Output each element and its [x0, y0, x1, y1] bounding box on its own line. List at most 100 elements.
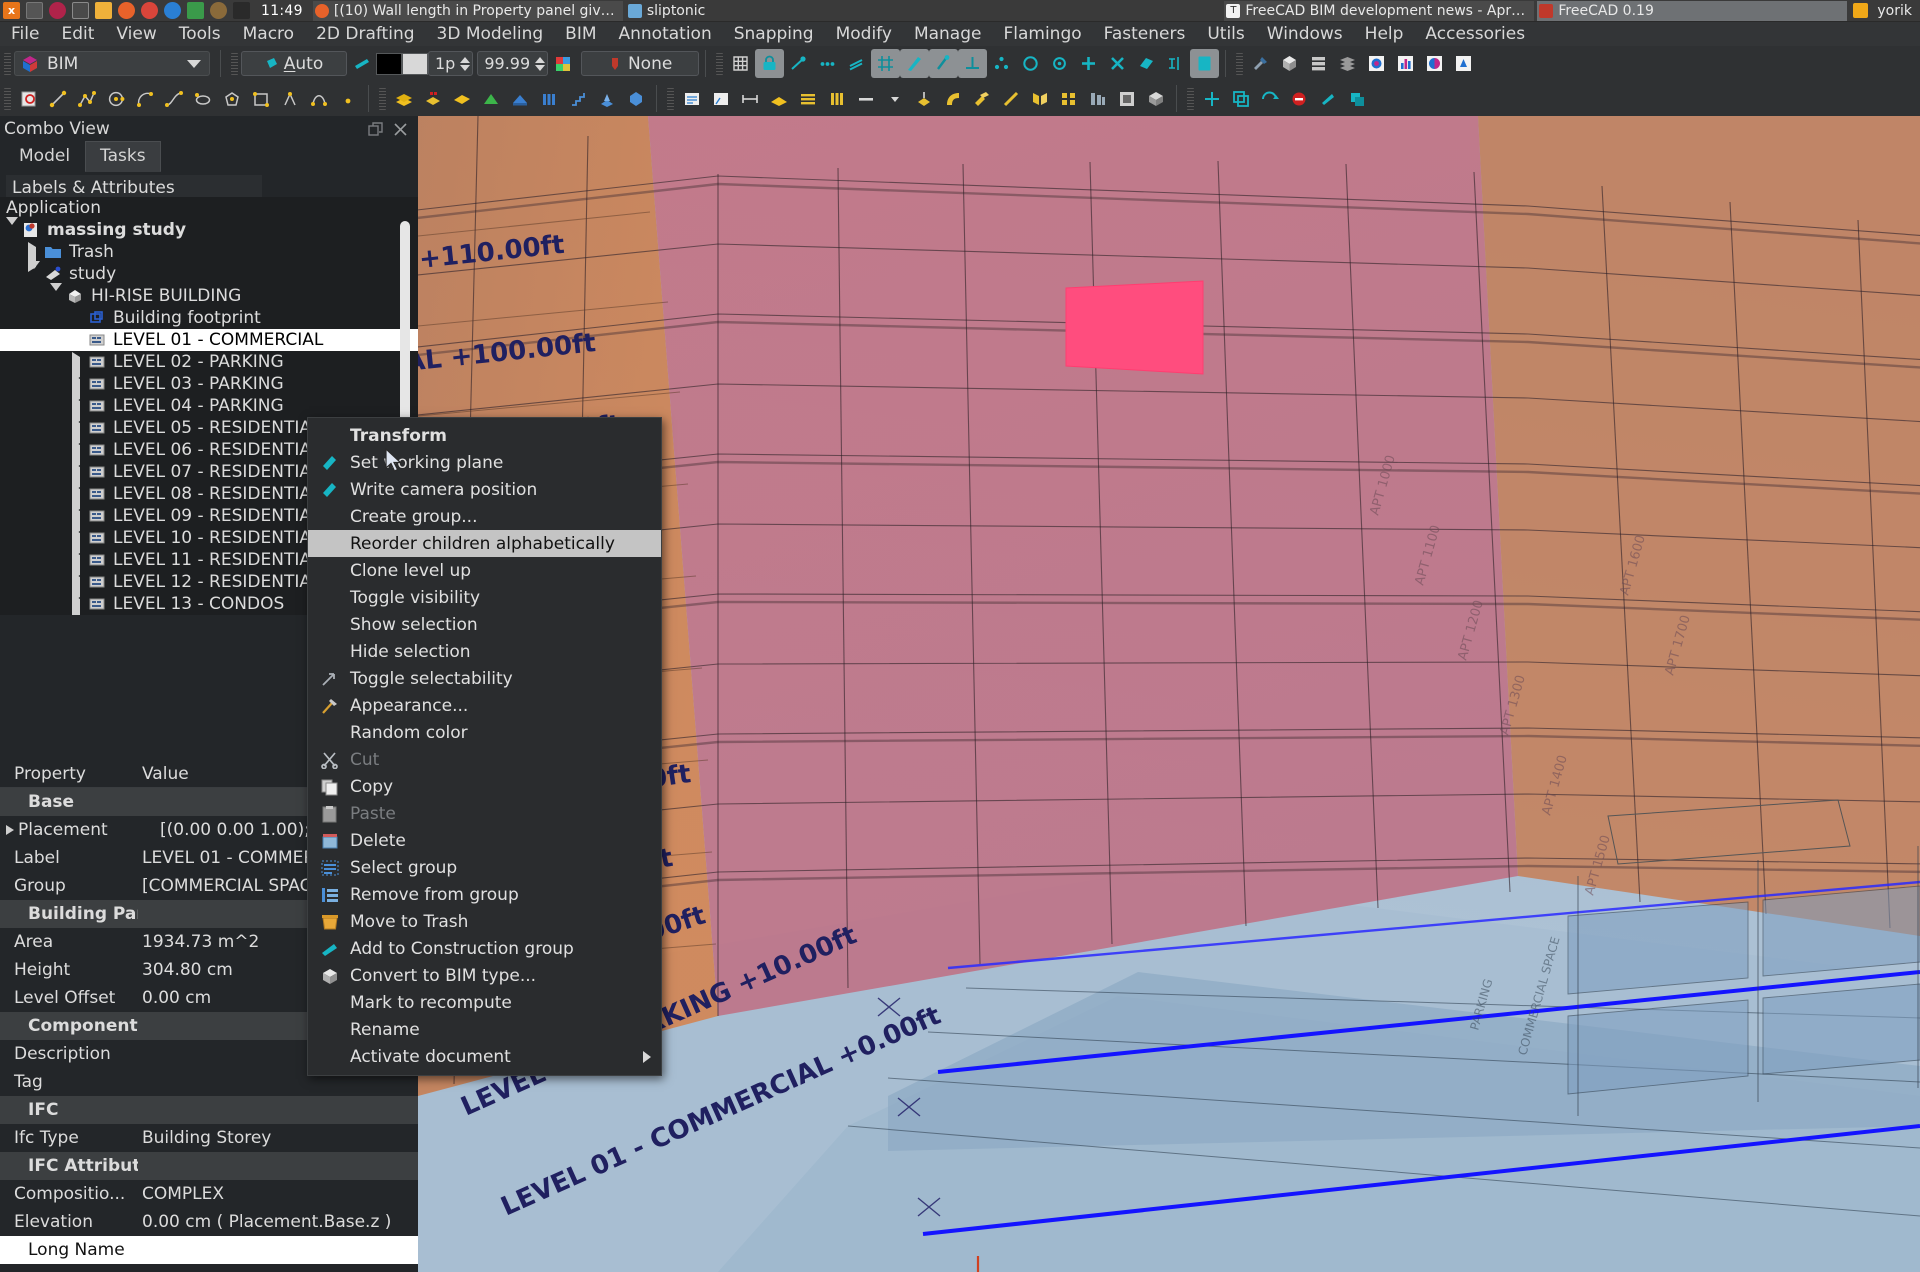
tree-item[interactable]: massing study [0, 216, 418, 245]
extrude-button[interactable] [909, 84, 938, 113]
menu-item-edit[interactable]: Edit [50, 22, 105, 46]
equipment-button[interactable] [592, 84, 621, 113]
context-menu-item-activate-document[interactable]: Activate document [308, 1043, 661, 1070]
array-button[interactable] [1054, 84, 1083, 113]
menu-item-manage[interactable]: Manage [903, 22, 993, 46]
property-row[interactable]: Elevation 0.00 cm ( Placement.Base.z ) [0, 1208, 418, 1236]
context-menu-item-appearance[interactable]: Appearance... [308, 692, 661, 719]
toolbar-grip[interactable] [667, 87, 674, 110]
menu-item-file[interactable]: File [0, 22, 50, 46]
polyline-button[interactable] [72, 84, 101, 113]
layers-button[interactable] [1304, 49, 1333, 78]
axis-button[interactable] [793, 84, 822, 113]
menu-item-bim[interactable]: BIM [554, 22, 607, 46]
section-plane2-button[interactable] [764, 84, 793, 113]
utils-button[interactable] [1246, 49, 1275, 78]
shape-button[interactable] [1112, 84, 1141, 113]
roof-button[interactable] [476, 84, 505, 113]
tab-tasks[interactable]: Tasks [85, 141, 161, 172]
taskbar-user-area[interactable]: yorik [1850, 3, 1920, 19]
snap-endpoint-button[interactable] [784, 49, 813, 78]
context-menu-item-mark-to-recompute[interactable]: Mark to recompute [308, 989, 661, 1016]
firefox-taskbar-icon[interactable] [118, 2, 135, 19]
apply-style-button[interactable] [548, 49, 577, 78]
context-menu-item-reorder-children-alphabetically[interactable]: Reorder children alphabetically [308, 530, 661, 557]
chevron-right-icon[interactable] [72, 395, 83, 426]
terminal-icon[interactable] [26, 2, 43, 19]
tree-item[interactable]: study [0, 260, 418, 289]
modify-dropdown-button[interactable] [880, 84, 909, 113]
gimp-icon[interactable] [210, 2, 227, 19]
stepper-arrows[interactable] [535, 56, 546, 71]
line-width-stepper[interactable]: 1p [428, 51, 474, 76]
property-row[interactable]: Ifc Type Building Storey [0, 1124, 418, 1152]
tree-item[interactable]: Building footprint [0, 307, 418, 329]
darktable-icon[interactable] [233, 2, 250, 19]
toolbar-grip[interactable] [4, 52, 11, 75]
chevron-right-icon[interactable] [72, 483, 83, 514]
face-color-swatch[interactable] [402, 52, 428, 75]
tree-item[interactable]: Trash [0, 241, 418, 272]
menu-item-utils[interactable]: Utils [1196, 22, 1255, 46]
snap-lock-button[interactable] [755, 49, 785, 78]
property-value[interactable]: Building Storey [138, 1128, 418, 1148]
tree-context-menu[interactable]: Transform Set working plane Write camera p… [307, 417, 662, 1076]
grid-axes-button[interactable] [822, 84, 851, 113]
context-menu-item-toggle-visibility[interactable]: Toggle visibility [308, 584, 661, 611]
snap-special-button[interactable] [1161, 49, 1190, 78]
dimension-button[interactable] [735, 84, 764, 113]
line-color-swatch[interactable] [376, 52, 402, 75]
snap-perpendicular-button[interactable] [958, 49, 988, 78]
chevron-down-icon[interactable] [50, 282, 62, 311]
toolbar-grip[interactable] [231, 52, 238, 75]
tree-item[interactable]: LEVEL 03 - PARKING [0, 373, 418, 404]
delete-button[interactable] [1284, 84, 1313, 113]
tab-model[interactable]: Model [4, 141, 86, 172]
toggle-grid-button[interactable] [726, 49, 755, 78]
trim-button[interactable] [996, 84, 1025, 113]
menu-item-accessories[interactable]: Accessories [1414, 22, 1536, 46]
workbench-selector[interactable]: BIM [14, 51, 210, 76]
schedule-button[interactable] [1391, 49, 1420, 78]
context-menu-item-hide-selection[interactable]: Hide selection [308, 638, 661, 665]
working-plane-button[interactable] [347, 49, 376, 78]
menu-item-macro[interactable]: Macro [232, 22, 305, 46]
taskbar-window-firefox[interactable]: [(10) Wall length in Property panel give… [312, 0, 623, 21]
context-menu-item-clone-level-up[interactable]: Clone level up [308, 557, 661, 584]
snap-angle-button[interactable] [1016, 49, 1045, 78]
snap-extension-button[interactable] [1074, 49, 1103, 78]
property-row[interactable]: Compositio... COMPLEX [0, 1180, 418, 1208]
structure-button[interactable] [418, 84, 447, 113]
chevron-right-icon[interactable] [28, 241, 39, 272]
mirror-button[interactable] [1025, 84, 1054, 113]
arc-button[interactable] [130, 84, 159, 113]
property-value[interactable]: COMPLEX [138, 1184, 418, 1204]
snap-ortho-button[interactable] [1132, 49, 1161, 78]
tree-scrollbar-thumb[interactable] [400, 221, 410, 436]
menu-item-fasteners[interactable]: Fasteners [1093, 22, 1197, 46]
context-menu-item-write-camera-position[interactable]: Write camera position [308, 476, 661, 503]
chevron-right-icon[interactable] [72, 417, 83, 448]
views-manager-button[interactable] [1362, 49, 1391, 78]
chevron-down-icon[interactable] [28, 260, 40, 289]
snap-center-button[interactable] [987, 49, 1016, 78]
snap-intersection-button[interactable] [1045, 49, 1074, 78]
rectangle-button[interactable] [246, 84, 275, 113]
ellipse-button[interactable] [188, 84, 217, 113]
ifc-explorer-button[interactable] [1275, 49, 1304, 78]
chrome-icon[interactable] [141, 2, 158, 19]
context-menu-item-remove-from-group[interactable]: Remove from group [308, 881, 661, 908]
menu-item-annotation[interactable]: Annotation [608, 22, 723, 46]
snap-midpoint-button[interactable] [813, 49, 842, 78]
context-menu-item-delete[interactable]: Delete [308, 827, 661, 854]
label-button[interactable] [706, 84, 735, 113]
context-menu-item-add-to-construction-group[interactable]: Add to Construction group [308, 935, 661, 962]
chevron-right-icon[interactable] [72, 351, 83, 382]
app-launcher-icon[interactable]: x [3, 2, 20, 19]
stairs-button[interactable] [563, 84, 592, 113]
auto-group-button[interactable]: Auto [241, 51, 347, 76]
context-menu-item-rename[interactable]: Rename [308, 1016, 661, 1043]
material-button[interactable] [1333, 49, 1362, 78]
files-icon[interactable] [72, 2, 89, 19]
window-button[interactable] [534, 84, 563, 113]
